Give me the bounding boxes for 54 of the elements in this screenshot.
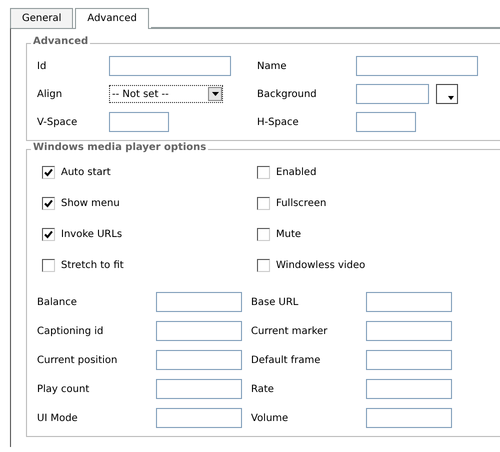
text-field[interactable]: [156, 321, 242, 341]
text-field[interactable]: [156, 292, 242, 312]
text-field[interactable]: [366, 292, 452, 312]
text-field[interactable]: [366, 321, 452, 341]
checkbox-label: Enabled: [276, 167, 316, 178]
checkbox-label: Windowless video: [276, 260, 366, 271]
color-picker-button[interactable]: [436, 84, 458, 104]
checkbox[interactable]: [257, 197, 270, 210]
checkbox[interactable]: [257, 166, 270, 179]
checkbox[interactable]: [257, 228, 270, 241]
checkbox-label: Fullscreen: [276, 198, 326, 209]
checkbox[interactable]: [42, 197, 55, 210]
field-label: Background: [257, 88, 318, 100]
field-label: Default frame: [251, 354, 322, 366]
text-field[interactable]: [156, 408, 242, 428]
field-label: Rate: [251, 384, 275, 394]
field-label: Id: [37, 60, 48, 72]
tab[interactable]: General: [10, 8, 74, 28]
field-label: H-Space: [257, 116, 300, 128]
field-label: Current position: [37, 354, 118, 366]
checkbox-label: Invoke URLs: [61, 229, 122, 240]
field-label: V-Space: [37, 116, 78, 128]
checkbox[interactable]: [42, 259, 55, 272]
text-field[interactable]: [356, 56, 478, 76]
checkbox-label: Stretch to fit: [61, 260, 124, 271]
checkbox[interactable]: [257, 259, 270, 272]
checkbox-label: Show menu: [61, 198, 120, 209]
text-field[interactable]: [356, 84, 429, 104]
text-field[interactable]: [356, 112, 416, 132]
field-label: Name: [257, 60, 288, 72]
checkbox[interactable]: [42, 166, 55, 179]
field-label: Volume: [251, 412, 290, 424]
tab[interactable]: Advanced: [75, 8, 149, 29]
text-field[interactable]: [156, 350, 242, 370]
caret-icon: [448, 96, 454, 100]
group-title: Windows media player options: [31, 142, 208, 153]
checkbox[interactable]: [42, 228, 55, 241]
text-field[interactable]: [109, 112, 169, 132]
dropdown[interactable]: -- Not set --: [109, 85, 223, 103]
field-label: Base URL: [251, 296, 300, 308]
text-field[interactable]: [156, 379, 242, 399]
field-label: Balance: [37, 296, 78, 308]
text-field[interactable]: [366, 408, 452, 428]
field-label: Align: [37, 88, 64, 100]
text-field[interactable]: [366, 350, 452, 370]
group-title: Advanced: [31, 36, 90, 47]
text-field[interactable]: [366, 379, 452, 399]
field-label: Current marker: [251, 326, 328, 336]
field-label: Captioning id: [37, 326, 104, 336]
checkbox-label: Mute: [276, 229, 302, 240]
field-label: UI Mode: [37, 412, 79, 424]
field-label: Play count: [37, 384, 90, 394]
checkbox-label: Auto start: [61, 167, 111, 178]
text-field[interactable]: [109, 56, 231, 76]
